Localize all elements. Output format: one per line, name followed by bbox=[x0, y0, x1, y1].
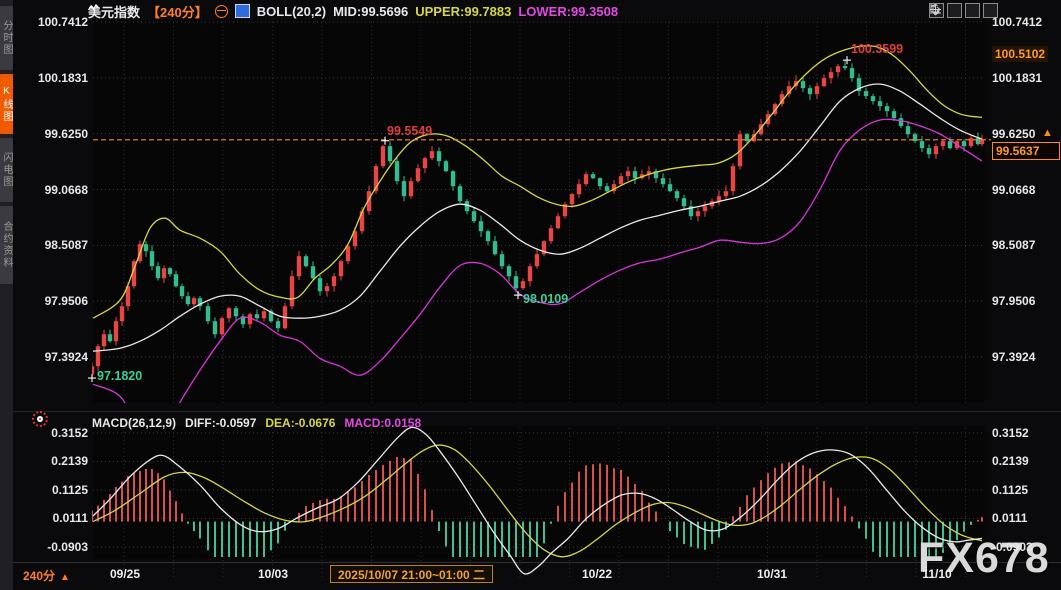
kline-style-icon[interactable] bbox=[235, 4, 250, 18]
macd-header: MACD(26,12,9) DIFF:-0.0597 DEA:-0.0676 M… bbox=[92, 416, 421, 430]
chart-toolbar bbox=[929, 3, 998, 18]
boll-label: BOLL(20,2) bbox=[257, 4, 326, 19]
price-tick-right: 100.7412 bbox=[992, 15, 1042, 29]
macd-label: MACD(26,12,9) bbox=[92, 416, 176, 430]
price-tick-right: 99.6250 bbox=[992, 127, 1035, 141]
boll-mid-value: MID:99.5696 bbox=[333, 4, 408, 19]
macd-tick-left: 0.1125 bbox=[12, 483, 88, 497]
price-tick-left: 100.1831 bbox=[12, 71, 88, 85]
alert-indicator-icon[interactable] bbox=[32, 411, 48, 427]
price-tick-left: 100.7412 bbox=[12, 15, 88, 29]
price-tick-right: 100.1831 bbox=[992, 71, 1042, 85]
last-price-badge: 99.5637 bbox=[992, 142, 1060, 160]
x-axis-tick: 10/03 bbox=[258, 567, 288, 581]
price-tick-right: 99.0668 bbox=[992, 183, 1035, 197]
macd-tick-right: 0.1125 bbox=[992, 483, 1028, 497]
macd-tick-left: 0.0111 bbox=[12, 511, 88, 525]
price-up-arrow-icon: ▲ bbox=[1042, 127, 1053, 139]
price-tick-left: 97.9506 bbox=[12, 294, 88, 308]
footer-period[interactable]: 240分▲ bbox=[23, 567, 70, 584]
price-extreme-annotation: 100.3599 bbox=[851, 42, 903, 56]
macd-diff-value: DIFF:-0.0597 bbox=[185, 416, 256, 430]
price-tick-left: 99.0668 bbox=[12, 183, 88, 197]
price-tick-left: 99.6250 bbox=[12, 127, 88, 141]
indicator-settings-icon[interactable] bbox=[215, 5, 228, 18]
chart-header: 美元指数 【240分】 BOLL(20,2) MID:99.5696 UPPER… bbox=[88, 3, 618, 19]
period-label[interactable]: 【240分】 bbox=[147, 2, 208, 21]
x-axis-tick: 11/10 bbox=[922, 567, 951, 581]
session-high-label: 100.5102 bbox=[992, 46, 1048, 62]
x-axis-tick: 09/25 bbox=[110, 567, 140, 581]
macd-tick-right: -0.0903 bbox=[992, 540, 1033, 554]
price-tick-right: 97.3924 bbox=[992, 350, 1035, 364]
macd-dea-value: DEA:-0.0676 bbox=[265, 416, 335, 430]
price-tick-left: 98.5087 bbox=[12, 238, 88, 252]
price-extreme-annotation: 98.0109 bbox=[523, 292, 568, 306]
macd-tick-right: 0.0111 bbox=[992, 511, 1027, 525]
price-tick-right: 97.9506 bbox=[992, 294, 1035, 308]
period-dropdown-icon: ▲ bbox=[60, 572, 70, 583]
scale-y-axis-tool-icon[interactable] bbox=[947, 3, 962, 18]
macd-tick-right: 0.3152 bbox=[992, 426, 1029, 440]
macd-tick-right: 0.2139 bbox=[992, 454, 1029, 468]
price-extreme-annotation: 99.5549 bbox=[387, 124, 432, 138]
chart-app: 分时图K线图闪电图合约资料 美元指数 【240分】 BOLL(20,2) MID… bbox=[0, 0, 1061, 590]
scale-x-axis-tool-icon[interactable] bbox=[965, 3, 980, 18]
price-extreme-annotation: 97.1820 bbox=[97, 369, 142, 383]
boll-upper-value: UPPER:99.7883 bbox=[415, 4, 511, 19]
price-tick-left: 97.3924 bbox=[12, 350, 88, 364]
macd-tick-left: -0.0903 bbox=[12, 540, 88, 554]
time-range-tooltip: 2025/10/07 21:00~01:00 二 bbox=[330, 565, 493, 583]
x-axis-tick: 10/22 bbox=[582, 567, 612, 581]
macd-tick-left: 0.2139 bbox=[12, 454, 88, 468]
x-axis-tick: 10/31 bbox=[757, 567, 787, 581]
macd-tick-left: 0.3152 bbox=[12, 426, 88, 440]
boll-lower-value: LOWER:99.3508 bbox=[518, 4, 618, 19]
price-tick-right: 98.5087 bbox=[992, 238, 1035, 252]
macd-hist-value: MACD:0.0158 bbox=[344, 416, 421, 430]
